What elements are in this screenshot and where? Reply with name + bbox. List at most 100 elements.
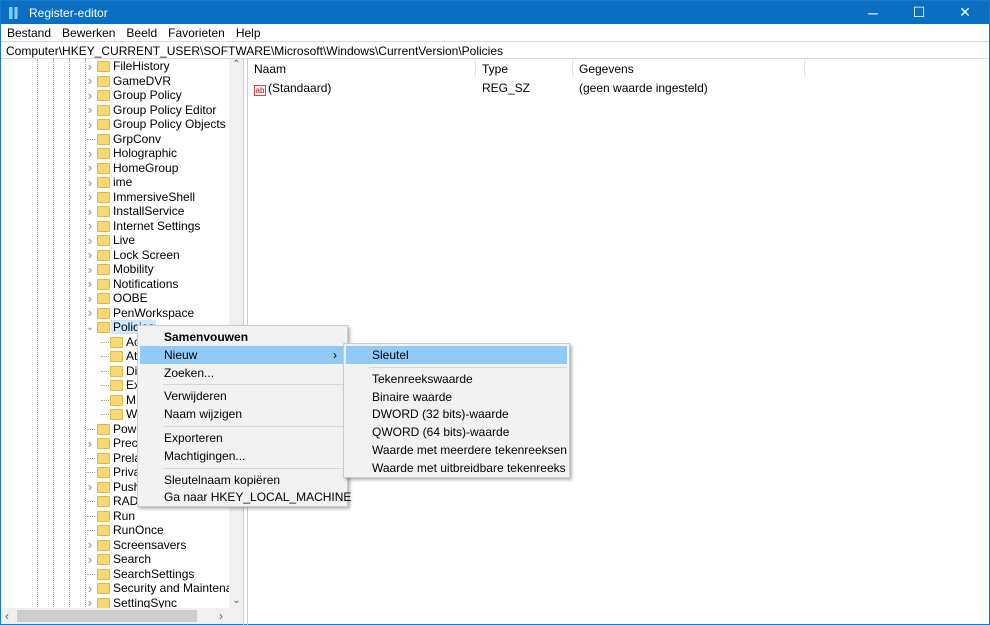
folder-icon [97, 510, 110, 522]
menu-item-samenvouwen[interactable]: Samenvouwen [140, 328, 345, 346]
chevron-right-icon[interactable]: › [85, 73, 95, 88]
tree-item[interactable]: › InstallService [1, 204, 229, 219]
menu-item-verwijderen[interactable]: Verwijderen [140, 387, 345, 405]
chevron-right-icon[interactable]: › [85, 305, 95, 320]
tree-item-label: FileHistory [113, 59, 170, 74]
close-button[interactable]: ✕ [942, 1, 988, 24]
value-type: REG_SZ [482, 81, 531, 95]
tree-item[interactable]: Run [1, 509, 229, 524]
tree-item[interactable]: › Lock Screen [1, 247, 229, 262]
chevron-right-icon[interactable]: › [85, 102, 95, 117]
tree-item[interactable]: › PenWorkspace [1, 305, 229, 320]
chevron-right-icon[interactable]: › [85, 88, 95, 103]
address-bar[interactable]: Computer\HKEY_CURRENT_USER\SOFTWARE\Micr… [1, 41, 989, 59]
chevron-right-icon[interactable]: › [85, 175, 95, 190]
folder-icon [97, 293, 110, 304]
tree-item[interactable]: › Group Policy Objects [1, 117, 229, 132]
scroll-thumb[interactable] [17, 610, 197, 622]
menu-item-label: DWORD (32 bits)-waarde [372, 407, 509, 422]
menu-item-naam-wijzigen[interactable]: Naam wijzigen [140, 405, 345, 423]
tree-item[interactable]: GrpConv [1, 132, 229, 147]
folder-icon [97, 539, 110, 551]
title-bar: Register-editor ─ ☐ ✕ [1, 1, 989, 24]
menu-bestand[interactable]: Bestand [1, 26, 56, 40]
column-header-type[interactable]: Type [476, 59, 573, 77]
chevron-right-icon[interactable]: › [85, 537, 95, 552]
scroll-left-icon[interactable]: ‹ [5, 609, 9, 623]
chevron-right-icon[interactable]: › [85, 291, 95, 306]
folder-icon [97, 220, 110, 232]
tree-item[interactable]: › Screensavers [1, 537, 229, 552]
tree-horizontal-scrollbar[interactable]: ‹ › [1, 608, 243, 624]
values-pane[interactable]: Naam Type Gegevens ab (Standaard) REG_SZ … [247, 59, 989, 625]
tree-item-label: Search [113, 552, 152, 567]
tree-item[interactable]: › Internet Settings [1, 218, 229, 233]
tree-item[interactable]: SearchSettings [1, 567, 229, 582]
chevron-right-icon[interactable]: › [85, 204, 95, 219]
tree-item-label: Screensavers [113, 537, 187, 552]
chevron-right-icon[interactable]: › [85, 276, 95, 291]
tree-item-label: Notifications [113, 276, 179, 291]
menu-item-ga-naar-hkey-local-machine[interactable]: Ga naar HKEY_LOCAL_MACHINE [140, 488, 351, 506]
menu-item-tekenreekswaarde[interactable]: Tekenreekswaarde [346, 370, 567, 388]
menu-favorieten[interactable]: Favorieten [162, 26, 230, 40]
menu-item-zoeken[interactable]: Zoeken... [140, 364, 345, 382]
chevron-right-icon[interactable]: › [85, 581, 95, 596]
menu-item-qword-64-bits-waarde[interactable]: QWORD (64 bits)-waarde [346, 423, 567, 441]
column-header-name[interactable]: Naam [248, 59, 476, 77]
menu-item-exporteren[interactable]: Exporteren [140, 429, 345, 447]
tree-item[interactable]: › Group Policy Editor [1, 102, 229, 117]
menu-item-sleutelnaam-kopi-ren[interactable]: Sleutelnaam kopiëren [140, 471, 345, 489]
tree-item[interactable]: › Notifications [1, 276, 229, 291]
chevron-right-icon[interactable]: › [85, 436, 95, 451]
string-value-icon: ab [254, 85, 266, 96]
chevron-right-icon[interactable]: › [85, 59, 95, 74]
tree-item[interactable]: › FileHistory [1, 59, 229, 74]
chevron-right-icon[interactable]: › [85, 146, 95, 161]
tree-item-label: PenWorkspace [113, 305, 195, 320]
menu-beeld[interactable]: Beeld [120, 26, 162, 40]
column-header-data[interactable]: Gegevens [573, 59, 805, 77]
tree-item[interactable]: › Live [1, 233, 229, 248]
tree-item[interactable]: › HomeGroup [1, 160, 229, 175]
scroll-up-icon[interactable]: ⌃ [229, 59, 243, 74]
tree-item[interactable]: › Holographic [1, 146, 229, 161]
tree-item[interactable]: › Group Policy [1, 88, 229, 103]
scroll-right-icon[interactable]: › [219, 609, 223, 623]
tree-item[interactable]: › GameDVR [1, 73, 229, 88]
menu-item-machtigingen[interactable]: Machtigingen... [140, 447, 345, 465]
menu-item-waarde-met-uitbreidbare-tekenreeks[interactable]: Waarde met uitbreidbare tekenreeks [346, 459, 567, 477]
maximize-button[interactable]: ☐ [896, 1, 942, 24]
tree-connector [87, 472, 95, 473]
chevron-right-icon[interactable]: › [85, 117, 95, 132]
chevron-right-icon[interactable]: › [85, 247, 95, 262]
chevron-right-icon[interactable]: › [85, 233, 95, 248]
tree-item[interactable]: › ImmersiveShell [1, 189, 229, 204]
tree-item[interactable]: › Mobility [1, 262, 229, 277]
minimize-button[interactable]: ─ [850, 1, 896, 24]
menu-bewerken[interactable]: Bewerken [56, 26, 120, 40]
menu-item-waarde-met-meerdere-tekenreeksen[interactable]: Waarde met meerdere tekenreeksen [346, 441, 567, 459]
menu-item-binaire-waarde[interactable]: Binaire waarde [346, 388, 567, 406]
chevron-right-icon[interactable]: › [85, 262, 95, 277]
menu-help[interactable]: Help [230, 26, 266, 40]
menu-item-nieuw[interactable]: Nieuw › [140, 345, 345, 364]
tree-item-label: RunOnce [113, 523, 164, 538]
chevron-right-icon[interactable]: › [85, 552, 95, 567]
value-name[interactable]: ab (Standaard) [248, 79, 337, 96]
folder-icon [97, 177, 110, 188]
tree-item[interactable]: › ime [1, 175, 229, 190]
chevron-right-icon[interactable]: › [85, 189, 95, 204]
chevron-down-icon[interactable]: ⌄ [85, 322, 95, 333]
tree-item[interactable]: RunOnce [1, 523, 229, 538]
chevron-right-icon[interactable]: › [85, 160, 95, 175]
tree-item[interactable]: › Security and Maintenance [1, 581, 243, 596]
chevron-right-icon[interactable]: › [85, 479, 95, 494]
chevron-right-icon[interactable]: › [85, 218, 95, 233]
tree-item[interactable]: › Search [1, 552, 229, 567]
menu-item-sleutel[interactable]: Sleutel [346, 346, 567, 364]
menu-item-label: Sleutelnaam kopiëren [164, 472, 281, 487]
folder-icon [110, 351, 123, 362]
tree-item[interactable]: › OOBE [1, 291, 229, 306]
menu-item-dword-32-bits-waarde[interactable]: DWORD (32 bits)-waarde [346, 405, 567, 423]
